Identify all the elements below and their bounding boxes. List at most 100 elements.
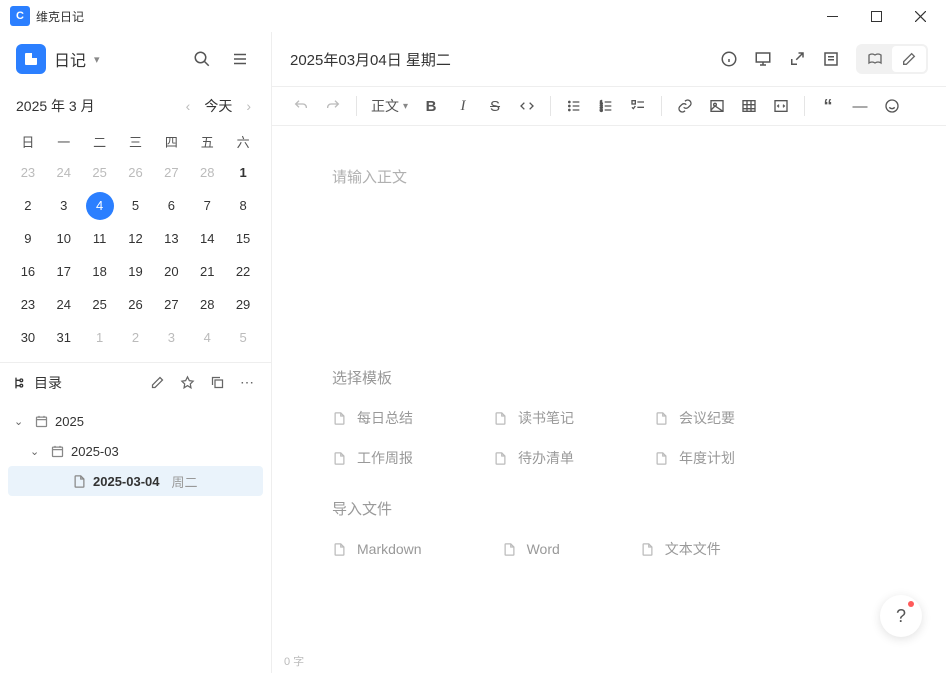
calendar-day[interactable]: 13 [153, 222, 189, 255]
template-item[interactable]: Word [502, 539, 560, 559]
calendar-day[interactable]: 21 [189, 255, 225, 288]
calendar-day[interactable]: 19 [118, 255, 154, 288]
svg-text:3: 3 [600, 107, 603, 112]
template-item[interactable]: 读书笔记 [493, 408, 574, 428]
help-button[interactable]: ? [880, 595, 922, 637]
template-item[interactable]: 会议纪要 [654, 408, 735, 428]
italic-button[interactable]: I [448, 91, 478, 121]
calendar-day[interactable]: 9 [10, 222, 46, 255]
info-button[interactable] [714, 44, 744, 74]
calendar-day[interactable]: 8 [225, 189, 261, 222]
diary-label[interactable]: 日记 [54, 47, 86, 71]
calendar-day[interactable]: 1 [225, 156, 261, 189]
table-button[interactable] [734, 91, 764, 121]
ordered-list-button[interactable]: 123 [591, 91, 621, 121]
calendar-day[interactable]: 17 [46, 255, 82, 288]
calendar-day[interactable]: 28 [189, 288, 225, 321]
outline-button[interactable] [816, 44, 846, 74]
calendar-today-button[interactable]: 今天 [198, 94, 238, 118]
task-list-button[interactable] [623, 91, 653, 121]
read-mode-button[interactable] [858, 46, 892, 72]
menu-button[interactable] [225, 44, 255, 74]
undo-button[interactable] [286, 91, 316, 121]
calendar-day[interactable]: 26 [118, 288, 154, 321]
calendar-day[interactable]: 25 [82, 156, 118, 189]
code-button[interactable] [512, 91, 542, 121]
logo[interactable] [16, 44, 46, 74]
calendar-day[interactable]: 26 [118, 156, 154, 189]
edit-mode-button[interactable] [892, 46, 926, 72]
tree-item[interactable]: ⌄2025-03 [8, 436, 263, 466]
minimize-button[interactable] [810, 0, 854, 32]
calendar-day[interactable]: 1 [82, 321, 118, 354]
template-item[interactable]: 文本文件 [640, 539, 721, 559]
calendar-day[interactable]: 6 [153, 189, 189, 222]
calendar-day[interactable]: 23 [10, 288, 46, 321]
locate-icon[interactable] [175, 371, 199, 395]
calendar-day[interactable]: 24 [46, 288, 82, 321]
format-dropdown[interactable]: 正文 ▾ [365, 91, 414, 121]
tree-toggle[interactable]: ⌄ [30, 445, 44, 458]
calendar-day[interactable]: 12 [118, 222, 154, 255]
strikethrough-button[interactable]: S [480, 91, 510, 121]
quote-button[interactable]: “ [813, 91, 843, 121]
bold-button[interactable]: B [416, 91, 446, 121]
calendar-day[interactable]: 5 [225, 321, 261, 354]
chevron-down-icon[interactable]: ▾ [94, 53, 100, 66]
present-button[interactable] [748, 44, 778, 74]
template-item[interactable]: 每日总结 [332, 408, 413, 428]
tree-item[interactable]: ⌄2025 [8, 406, 263, 436]
calendar-next[interactable]: › [242, 96, 255, 116]
calendar-day[interactable]: 10 [46, 222, 82, 255]
calendar-day[interactable]: 25 [82, 288, 118, 321]
document-header: 2025年03月04日 星期二 [272, 32, 946, 86]
edit-icon[interactable] [145, 371, 169, 395]
calendar-day[interactable]: 27 [153, 288, 189, 321]
calendar-day[interactable]: 4 [82, 189, 118, 222]
more-icon[interactable]: ⋯ [235, 371, 259, 395]
calendar-day[interactable]: 3 [46, 189, 82, 222]
template-item[interactable]: Markdown [332, 539, 422, 559]
divider-button[interactable]: — [845, 91, 875, 121]
codeblock-button[interactable] [766, 91, 796, 121]
calendar-day[interactable]: 3 [153, 321, 189, 354]
emoji-button[interactable] [877, 91, 907, 121]
calendar-day[interactable]: 23 [10, 156, 46, 189]
calendar-day[interactable]: 14 [189, 222, 225, 255]
tree-item[interactable]: 2025-03-04周二 [8, 466, 263, 496]
calendar-day[interactable]: 2 [118, 321, 154, 354]
bullet-list-button[interactable] [559, 91, 589, 121]
calendar-day[interactable]: 24 [46, 156, 82, 189]
calendar-prev[interactable]: ‹ [182, 96, 195, 116]
copy-icon[interactable] [205, 371, 229, 395]
calendar-day[interactable]: 31 [46, 321, 82, 354]
calendar-day[interactable]: 20 [153, 255, 189, 288]
redo-button[interactable] [318, 91, 348, 121]
calendar-day[interactable]: 27 [153, 156, 189, 189]
tree-toggle[interactable]: ⌄ [14, 415, 28, 428]
calendar-day[interactable]: 11 [82, 222, 118, 255]
close-button[interactable] [898, 0, 942, 32]
calendar-title[interactable]: 2025 年 3 月 [16, 96, 95, 116]
calendar-day[interactable]: 18 [82, 255, 118, 288]
search-button[interactable] [187, 44, 217, 74]
calendar-day[interactable]: 22 [225, 255, 261, 288]
template-item[interactable]: 工作周报 [332, 448, 413, 468]
calendar-day[interactable]: 29 [225, 288, 261, 321]
maximize-button[interactable] [854, 0, 898, 32]
calendar-day[interactable]: 15 [225, 222, 261, 255]
calendar-day[interactable]: 30 [10, 321, 46, 354]
link-button[interactable] [670, 91, 700, 121]
file-icon [640, 542, 655, 557]
calendar-day[interactable]: 4 [189, 321, 225, 354]
template-item[interactable]: 年度计划 [654, 448, 735, 468]
calendar-day[interactable]: 16 [10, 255, 46, 288]
calendar-day[interactable]: 28 [189, 156, 225, 189]
image-button[interactable] [702, 91, 732, 121]
calendar-day[interactable]: 2 [10, 189, 46, 222]
template-item[interactable]: 待办清单 [493, 448, 574, 468]
share-button[interactable] [782, 44, 812, 74]
calendar-day[interactable]: 5 [118, 189, 154, 222]
calendar-day[interactable]: 7 [189, 189, 225, 222]
editor-body[interactable]: 请输入正文 选择模板 每日总结读书笔记会议纪要工作周报待办清单年度计划 导入文件… [272, 126, 946, 649]
